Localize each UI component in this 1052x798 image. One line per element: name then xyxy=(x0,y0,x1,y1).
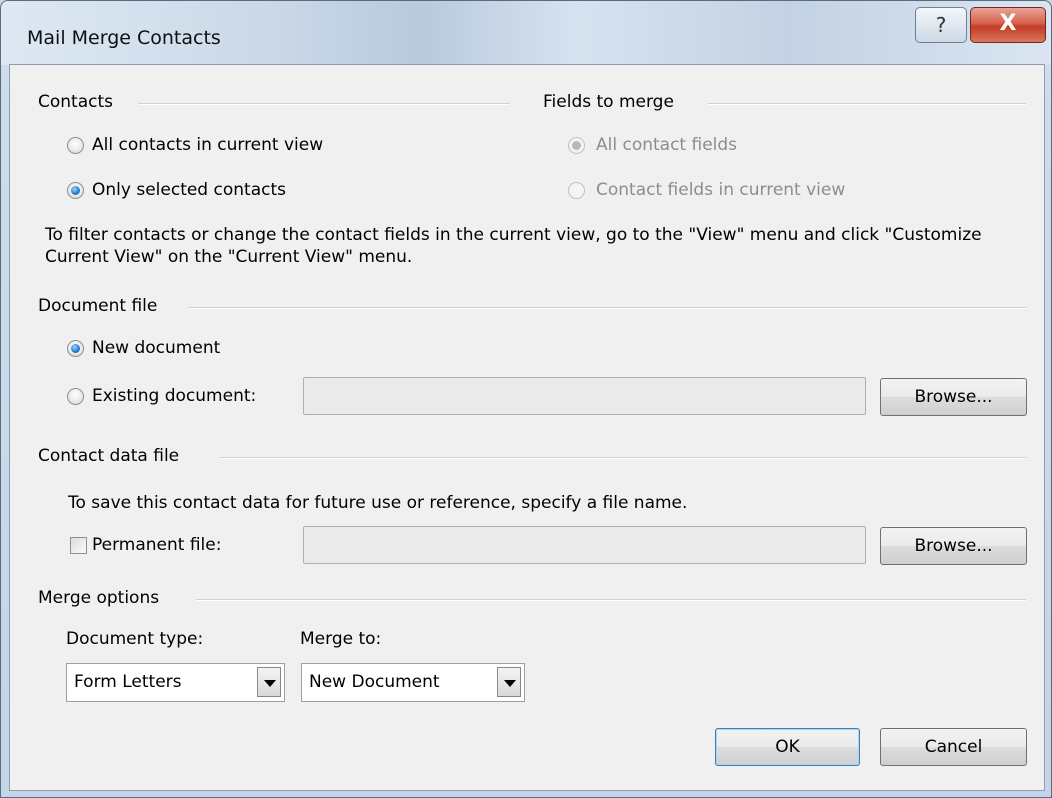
fields-heading: Fields to merge xyxy=(543,92,674,112)
dialog-body: Contacts All contacts in current view On… xyxy=(9,64,1045,791)
chevron-down-icon[interactable] xyxy=(497,667,521,697)
merge-options-divider xyxy=(196,599,1026,601)
ok-button[interactable]: OK xyxy=(715,728,860,766)
browse-permanent-file-button[interactable]: Browse... xyxy=(880,527,1027,565)
cancel-button[interactable]: Cancel xyxy=(880,728,1027,766)
help-icon: ? xyxy=(935,13,947,37)
radio-all-fields-label[interactable]: All contact fields xyxy=(596,135,737,155)
contacts-divider xyxy=(138,103,510,105)
close-button[interactable]: X xyxy=(970,7,1046,43)
radio-all-contacts[interactable] xyxy=(67,137,84,154)
radio-existing-document[interactable] xyxy=(67,388,84,405)
radio-current-view-fields[interactable] xyxy=(568,182,585,199)
chevron-down-icon[interactable] xyxy=(257,667,281,697)
fields-divider xyxy=(708,103,1026,105)
close-icon: X xyxy=(999,11,1017,36)
radio-existing-document-label[interactable]: Existing document: xyxy=(92,386,256,406)
contacts-heading: Contacts xyxy=(38,92,113,112)
contact-data-note: To save this contact data for future use… xyxy=(68,493,688,513)
document-type-label: Document type: xyxy=(66,629,204,649)
radio-new-document-label[interactable]: New document xyxy=(92,338,220,358)
browse-document-button[interactable]: Browse... xyxy=(880,378,1027,416)
permanent-file-label[interactable]: Permanent file: xyxy=(92,535,221,555)
radio-all-fields[interactable] xyxy=(568,137,585,154)
merge-options-heading: Merge options xyxy=(38,588,160,608)
filter-note: To filter contacts or change the contact… xyxy=(45,225,982,267)
radio-selected-contacts-label[interactable]: Only selected contacts xyxy=(92,180,286,200)
help-button[interactable]: ? xyxy=(915,7,967,43)
dialog-title: Mail Merge Contacts xyxy=(27,27,221,49)
permanent-file-checkbox[interactable] xyxy=(70,537,87,554)
contact-data-file-divider xyxy=(220,457,1026,459)
title-bar[interactable]: Mail Merge Contacts ? X xyxy=(1,1,1051,65)
merge-to-value: New Document xyxy=(309,672,440,692)
merge-to-label: Merge to: xyxy=(300,629,382,649)
document-type-value: Form Letters xyxy=(74,672,182,692)
radio-new-document[interactable] xyxy=(67,340,84,357)
dialog-window: Mail Merge Contacts ? X Contacts All con… xyxy=(0,0,1052,798)
document-type-select[interactable]: Form Letters xyxy=(66,663,285,702)
merge-to-select[interactable]: New Document xyxy=(301,663,525,702)
document-file-divider xyxy=(188,307,1026,309)
permanent-file-input[interactable] xyxy=(303,526,866,564)
existing-document-input[interactable] xyxy=(303,377,866,415)
radio-all-contacts-label[interactable]: All contacts in current view xyxy=(92,135,323,155)
radio-selected-contacts[interactable] xyxy=(67,182,84,199)
radio-current-view-fields-label[interactable]: Contact fields in current view xyxy=(596,180,845,200)
document-file-heading: Document file xyxy=(38,296,158,316)
contact-data-file-heading: Contact data file xyxy=(38,446,180,466)
